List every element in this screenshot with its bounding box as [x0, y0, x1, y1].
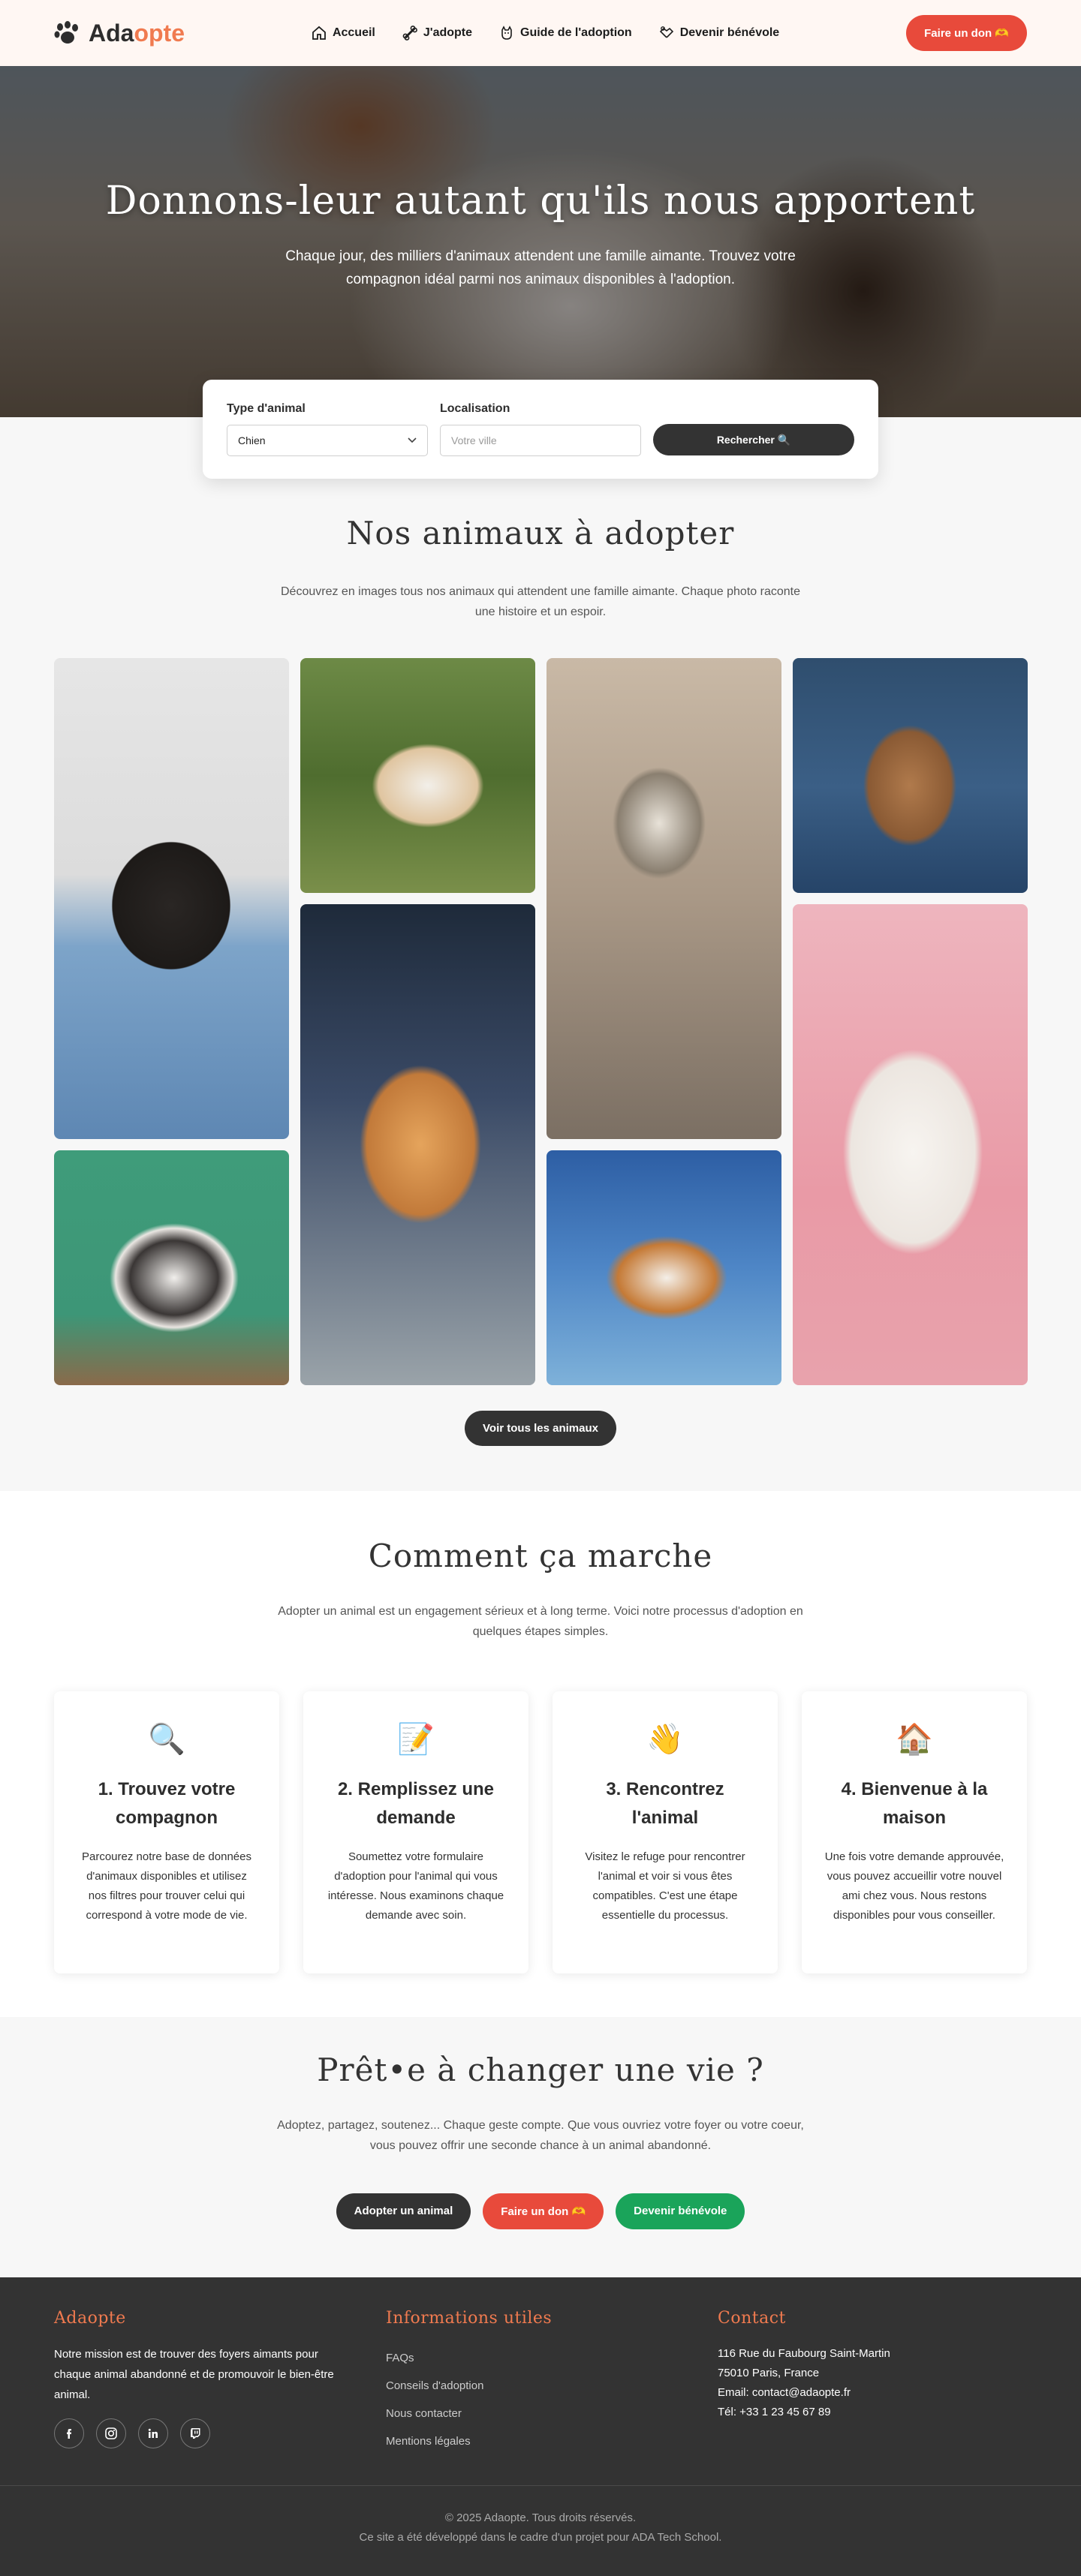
hero-banner: Donnons-leur autant qu'ils nous apporten…: [0, 66, 1081, 417]
animal-photo-dog-sunglasses[interactable]: [300, 904, 535, 1385]
nav-link-benevole[interactable]: Devenir bénévole: [659, 26, 780, 41]
see-all-wrapper: Voir tous les animaux: [54, 1411, 1027, 1446]
cta-donate-button[interactable]: Faire un don 🫶: [483, 2193, 604, 2229]
location-input[interactable]: Votre ville: [440, 425, 641, 456]
step-title: 4. Bienvenue à la maison: [841, 1779, 988, 1828]
location-field: Localisation Votre ville: [440, 402, 641, 456]
step-text: Soumettez votre formulaire d'adoption po…: [327, 1850, 504, 1922]
how-title: Comment ça marche: [368, 1537, 713, 1574]
logo-text-opte: opte: [134, 19, 185, 47]
home-icon: [312, 26, 326, 40]
handshake-icon: [659, 26, 673, 38]
footer-link-faqs[interactable]: FAQs: [386, 2344, 718, 2372]
cta-title: Prêt•e à changer une vie ?: [317, 2051, 764, 2088]
house-icon: 🏠: [896, 1723, 933, 1756]
animal-photo-samoyed[interactable]: [793, 904, 1028, 1385]
site-logo[interactable]: Adaopte: [54, 20, 185, 47]
dog-icon: [501, 26, 512, 40]
nav-link-label: Devenir bénévole: [679, 26, 780, 39]
animal-photo-cat-green[interactable]: [54, 1150, 289, 1385]
footer-about-title: Adaopte: [54, 2309, 126, 2328]
hero-title: Donnons-leur autant qu'ils nous apporten…: [105, 179, 976, 224]
location-label: Localisation: [440, 402, 510, 415]
volunteer-button[interactable]: Devenir bénévole: [616, 2193, 745, 2229]
step-title: 1. Trouvez votre compagnon: [98, 1779, 236, 1828]
footer-bottom: © 2025 Adaopte. Tous droits réservés. Ce…: [0, 2485, 1081, 2576]
see-all-animals-button[interactable]: Voir tous les animaux: [465, 1411, 616, 1446]
nav-link-accueil[interactable]: Accueil: [312, 26, 375, 41]
animal-photo-cat[interactable]: [547, 658, 781, 1139]
contact-address-city: 75010 Paris, France: [718, 2367, 820, 2379]
contact-address-street: 116 Rue du Faubourg Saint-Martin: [718, 2347, 890, 2360]
facebook-icon[interactable]: [54, 2418, 84, 2448]
animal-type-select[interactable]: Chien: [227, 425, 428, 456]
copyright-text: © 2025 Adaopte. Tous droits réservés.: [444, 2511, 637, 2524]
footer-link-mentions[interactable]: Mentions légales: [386, 2427, 718, 2455]
top-navbar: Adaopte Accueil J'adopte Guide de l'adop…: [0, 0, 1081, 66]
footer-link-conseils[interactable]: Conseils d'adoption: [386, 2372, 718, 2400]
animal-photo-rabbit[interactable]: [793, 658, 1028, 893]
contact-phone: Tél: +33 1 23 45 67 89: [718, 2406, 831, 2418]
step-text: Parcourez notre base de données d'animau…: [82, 1850, 251, 1922]
nav-link-jadopte[interactable]: J'adopte: [402, 26, 472, 41]
search-button[interactable]: Rechercher 🔍: [653, 424, 854, 455]
animals-title: Nos animaux à adopter: [346, 515, 735, 552]
footer-contact: Contact 116 Rue du Faubourg Saint-Martin…: [718, 2309, 1049, 2455]
logo-text-ada: Ada: [89, 19, 134, 47]
footer-info: Informations utiles FAQs Conseils d'adop…: [386, 2309, 718, 2455]
twitch-icon[interactable]: [180, 2418, 210, 2448]
linkedin-icon[interactable]: [138, 2418, 168, 2448]
nav-link-label: Accueil: [332, 26, 375, 39]
animal-gallery: [54, 658, 1028, 1385]
donate-button[interactable]: Faire un don 🫶: [906, 15, 1027, 51]
step-text: Une fois votre demande approuvée, vous p…: [824, 1850, 1004, 1922]
footer-info-title: Informations utiles: [386, 2309, 553, 2328]
animals-section: Nos animaux à adopter Découvrez en image…: [0, 417, 1081, 1491]
animal-photo-guinea-pig[interactable]: [547, 1150, 781, 1385]
nav-link-guide[interactable]: Guide de l'adoption: [499, 26, 632, 41]
hero-subtitle: Chaque jour, des milliers d'animaux atte…: [285, 248, 796, 287]
social-links: [54, 2418, 386, 2448]
footer-link-contact[interactable]: Nous contacter: [386, 2400, 718, 2427]
search-card: Type d'animal Chien Localisation Votre v…: [203, 380, 878, 479]
how-it-works-section: Comment ça marche Adopter un animal est …: [0, 1491, 1081, 2017]
step-card: 🔍 1. Trouvez votre compagnon Parcourez n…: [54, 1691, 279, 1973]
main-menu: Accueil J'adopte Guide de l'adoption Dev…: [312, 26, 779, 41]
step-card: 📝 2. Remplissez une demande Soumettez vo…: [303, 1691, 528, 1973]
animals-subtitle: Découvrez en images tous nos animaux qui…: [281, 585, 800, 618]
footer-contact-title: Contact: [718, 2309, 786, 2328]
step-text: Visitez le refuge pour rencontrer l'anim…: [585, 1850, 745, 1922]
cta-section: Prêt•e à changer une vie ? Adoptez, part…: [0, 2017, 1081, 2277]
footer-columns: Adaopte Notre mission est de trouver des…: [0, 2277, 1081, 2485]
animal-type-field: Type d'animal Chien: [227, 402, 428, 456]
animal-photo-pug[interactable]: [54, 658, 289, 1139]
instagram-icon[interactable]: [96, 2418, 126, 2448]
waving-hand-icon: 👋: [646, 1723, 684, 1756]
memo-icon: 📝: [397, 1723, 435, 1756]
steps-list: 🔍 1. Trouvez votre compagnon Parcourez n…: [54, 1691, 1027, 1973]
credit-text: Ce site a été développé dans le cadre d'…: [359, 2531, 722, 2544]
contact-email: Email: contact@adaopte.fr: [718, 2386, 851, 2399]
animal-type-value: Chien: [238, 434, 266, 446]
animal-photo-bunny[interactable]: [300, 658, 535, 893]
how-subtitle: Adopter un animal est un engagement séri…: [278, 1605, 803, 1638]
footer-about-text: Notre mission est de trouver des foyers …: [54, 2348, 334, 2401]
nav-link-label: J'adopte: [423, 26, 473, 39]
paw-icon: [54, 21, 78, 44]
animal-type-label: Type d'animal: [227, 402, 306, 415]
cta-buttons: Adopter un animal Faire un don 🫶 Devenir…: [54, 2193, 1027, 2229]
bone-icon: [402, 26, 417, 41]
site-footer: Adaopte Notre mission est de trouver des…: [0, 2277, 1081, 2576]
footer-about: Adaopte Notre mission est de trouver des…: [54, 2309, 386, 2455]
nav-link-label: Guide de l'adoption: [520, 26, 632, 39]
hero-content: Donnons-leur autant qu'ils nous apporten…: [0, 66, 1081, 417]
step-card: 🏠 4. Bienvenue à la maison Une fois votr…: [802, 1691, 1027, 1973]
step-card: 👋 3. Rencontrez l'animal Visitez le refu…: [553, 1691, 778, 1973]
step-title: 2. Remplissez une demande: [337, 1779, 495, 1828]
cta-subtitle: Adoptez, partagez, soutenez... Chaque ge…: [277, 2119, 804, 2152]
step-title: 3. Rencontrez l'animal: [606, 1779, 724, 1828]
adopt-button[interactable]: Adopter un animal: [336, 2193, 471, 2229]
chevron-down-icon: [408, 437, 417, 443]
magnifier-icon: 🔍: [148, 1723, 185, 1756]
